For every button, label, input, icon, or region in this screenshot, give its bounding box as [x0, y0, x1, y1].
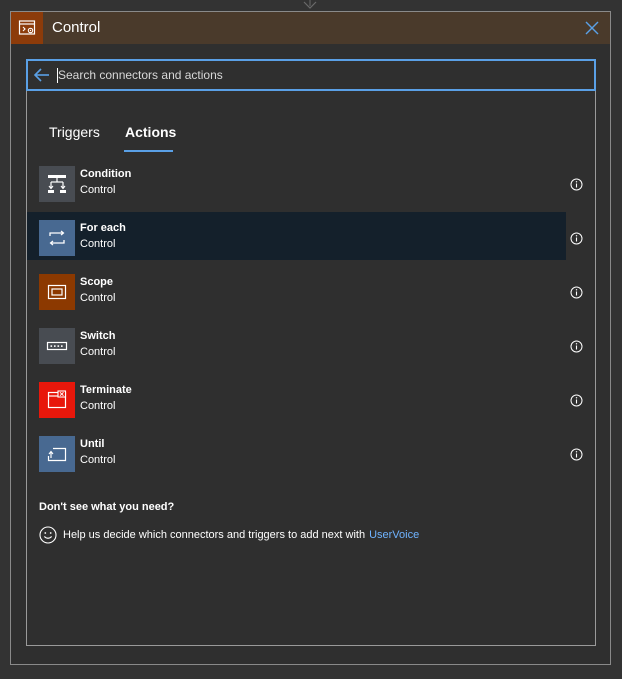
action-connector: Control [80, 292, 116, 304]
info-icon[interactable] [570, 448, 583, 461]
action-name: Until [80, 438, 105, 450]
condition-icon [39, 166, 75, 202]
search-box [26, 59, 596, 91]
action-name: Switch [80, 330, 116, 342]
for-each-icon [39, 220, 75, 256]
info-icon[interactable] [570, 232, 583, 245]
uservoice-help-line: Help us decide which connectors and trig… [39, 525, 419, 545]
terminate-icon [39, 382, 75, 418]
info-icon[interactable] [570, 394, 583, 407]
dont-see-heading: Don't see what you need? [39, 501, 175, 513]
action-connector: Control [80, 346, 116, 358]
action-item-scope[interactable]: Scope Control [27, 273, 595, 319]
action-item-for-each[interactable]: For each Control [27, 212, 595, 265]
smile-icon [39, 526, 57, 544]
action-item-terminate[interactable]: Terminate Control [27, 381, 595, 427]
tab-actions[interactable]: Actions [125, 124, 176, 140]
card-title: Control [52, 19, 101, 36]
info-icon[interactable] [570, 286, 583, 299]
scope-icon [39, 274, 75, 310]
action-connector: Control [80, 238, 116, 250]
action-item-until[interactable]: Until Control [27, 435, 595, 481]
control-icon [11, 12, 43, 44]
info-icon[interactable] [570, 178, 583, 191]
text-caret [57, 68, 58, 83]
control-card: Control Triggers Actions [10, 11, 611, 665]
action-connector: Control [80, 184, 116, 196]
action-item-condition[interactable]: Condition Control [27, 165, 595, 211]
switch-icon [39, 328, 75, 364]
row-hover-highlight [27, 212, 566, 260]
card-header: Control [11, 12, 610, 44]
search-input[interactable] [56, 65, 586, 85]
close-icon[interactable] [584, 20, 600, 36]
tab-selected-indicator [124, 150, 173, 152]
action-name: For each [80, 222, 126, 234]
help-text: Help us decide which connectors and trig… [63, 529, 366, 541]
connector-picker-panel: Triggers Actions [26, 59, 596, 646]
action-name: Condition [80, 168, 132, 180]
uservoice-link[interactable]: UserVoice [369, 529, 419, 541]
info-icon[interactable] [570, 340, 583, 353]
action-name: Scope [80, 276, 114, 288]
connector-arrow-icon [303, 0, 317, 9]
until-icon [39, 436, 75, 472]
action-name: Terminate [80, 384, 132, 396]
action-connector: Control [80, 400, 116, 412]
action-item-switch[interactable]: Switch Control [27, 327, 595, 373]
tab-triggers[interactable]: Triggers [49, 124, 100, 140]
back-arrow-icon[interactable] [33, 66, 51, 84]
action-connector: Control [80, 454, 116, 466]
